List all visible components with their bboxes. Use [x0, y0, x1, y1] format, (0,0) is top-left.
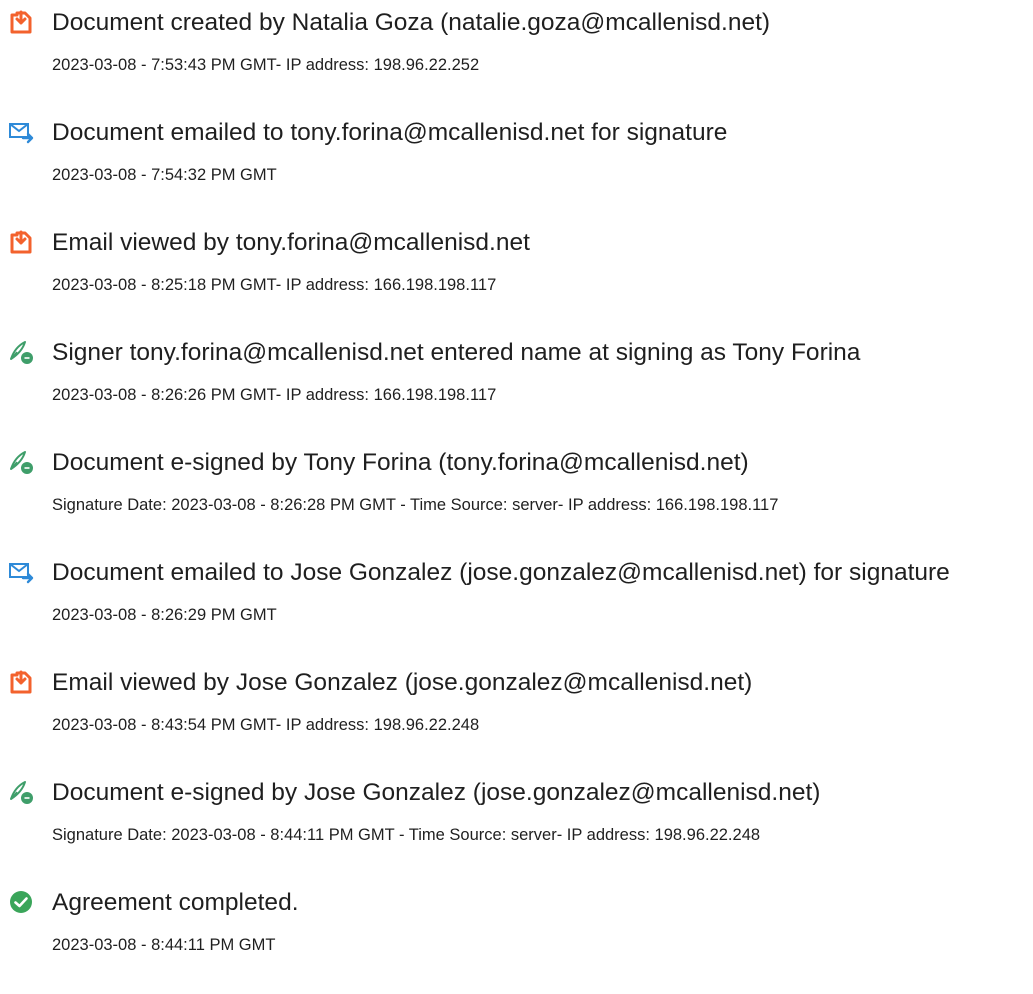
- e-sign-icon: [8, 449, 34, 475]
- entry-detail: 2023-03-08 - 8:26:29 PM GMT: [52, 606, 277, 624]
- entry-detail: 2023-03-08 - 8:44:11 PM GMT: [52, 936, 276, 954]
- e-sign-icon: [8, 779, 34, 805]
- e-sign-icon: [8, 339, 34, 365]
- entry-title: Agreement completed.: [52, 889, 299, 916]
- entry-title: Signer tony.forina@mcallenisd.net entere…: [52, 339, 861, 366]
- email-icon: [8, 119, 34, 145]
- document-icon: [8, 669, 34, 695]
- email-icon: [8, 559, 34, 585]
- entry-detail: Signature Date: 2023-03-08 - 8:26:28 PM …: [52, 496, 779, 514]
- entry-detail: 2023-03-08 - 8:26:26 PM GMT- IP address:…: [52, 386, 497, 404]
- entry-detail: Signature Date: 2023-03-08 - 8:44:11 PM …: [52, 826, 761, 844]
- entry-title: Document created by Natalia Goza (natali…: [52, 9, 771, 36]
- checkmark-circle-icon: [8, 889, 34, 915]
- entry-detail: 2023-03-08 - 8:43:54 PM GMT- IP address:…: [52, 716, 480, 734]
- document-icon: [8, 9, 34, 35]
- entry-title: Document emailed to Jose Gonzalez (jose.…: [52, 559, 950, 586]
- entry-title: Document e-signed by Tony Forina (tony.f…: [52, 449, 749, 476]
- entry-title: Document emailed to tony.forina@mcalleni…: [52, 119, 728, 146]
- entry-detail: 2023-03-08 - 7:54:32 PM GMT: [52, 166, 277, 184]
- entry-title: Email viewed by Jose Gonzalez (jose.gonz…: [52, 669, 753, 696]
- document-icon: [8, 229, 34, 255]
- audit-history-list: Document created by Natalia Goza (natali…: [0, 0, 1033, 994]
- entry-detail: 2023-03-08 - 7:53:43 PM GMT- IP address:…: [52, 56, 480, 74]
- entry-title: Email viewed by tony.forina@mcallenisd.n…: [52, 229, 530, 256]
- entry-detail: 2023-03-08 - 8:25:18 PM GMT- IP address:…: [52, 276, 497, 294]
- entry-title: Document e-signed by Jose Gonzalez (jose…: [52, 779, 821, 806]
